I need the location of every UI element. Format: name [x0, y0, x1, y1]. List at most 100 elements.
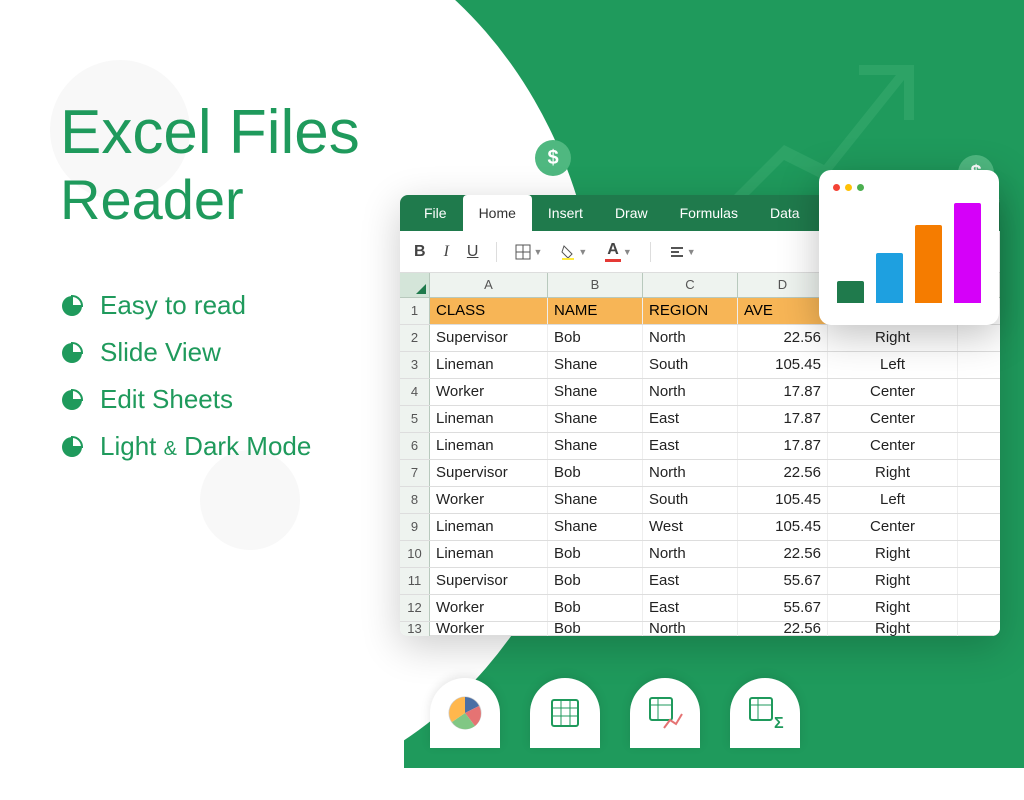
italic-button[interactable]: I: [444, 243, 449, 261]
cell[interactable]: 105.45: [738, 352, 828, 378]
cell[interactable]: East: [643, 595, 738, 621]
cell[interactable]: Left: [828, 487, 958, 513]
row-header[interactable]: 2: [400, 325, 430, 351]
cell[interactable]: Bob: [548, 568, 643, 594]
cell[interactable]: 55.67: [738, 595, 828, 621]
font-color-button[interactable]: A▼: [605, 241, 631, 262]
cell[interactable]: 17.87: [738, 406, 828, 432]
cell[interactable]: East: [643, 433, 738, 459]
cell[interactable]: South: [643, 352, 738, 378]
header-cell[interactable]: REGION: [643, 298, 738, 324]
cell[interactable]: North: [643, 622, 738, 636]
row-header[interactable]: 4: [400, 379, 430, 405]
column-header[interactable]: B: [548, 273, 643, 297]
header-cell[interactable]: CLASS: [430, 298, 548, 324]
cell[interactable]: Shane: [548, 379, 643, 405]
cell[interactable]: Worker: [430, 379, 548, 405]
cell[interactable]: Worker: [430, 622, 548, 636]
bold-button[interactable]: B: [414, 243, 426, 261]
cell[interactable]: 22.56: [738, 325, 828, 351]
cell[interactable]: North: [643, 325, 738, 351]
row-header[interactable]: 7: [400, 460, 430, 486]
fill-color-button[interactable]: ▼: [560, 244, 587, 260]
cell[interactable]: 105.45: [738, 487, 828, 513]
cell[interactable]: Supervisor: [430, 568, 548, 594]
tab-insert[interactable]: Insert: [532, 195, 599, 231]
cell[interactable]: 105.45: [738, 514, 828, 540]
cell[interactable]: Lineman: [430, 433, 548, 459]
spreadsheet-grid[interactable]: A B C D 1CLASSNAMEREGIONAVETEAM2Supervis…: [400, 273, 1000, 636]
borders-button[interactable]: ▼: [515, 244, 542, 260]
alignment-button[interactable]: ▼: [669, 244, 696, 260]
cell[interactable]: Lineman: [430, 406, 548, 432]
cell[interactable]: South: [643, 487, 738, 513]
row-header[interactable]: 11: [400, 568, 430, 594]
sheet-chart-icon[interactable]: [630, 678, 700, 748]
cell[interactable]: Shane: [548, 514, 643, 540]
cell[interactable]: Center: [828, 379, 958, 405]
cell[interactable]: 22.56: [738, 460, 828, 486]
tab-file[interactable]: File: [408, 195, 463, 231]
cell[interactable]: 22.56: [738, 541, 828, 567]
cell[interactable]: East: [643, 406, 738, 432]
column-header[interactable]: A: [430, 273, 548, 297]
column-header[interactable]: C: [643, 273, 738, 297]
cell[interactable]: 17.87: [738, 433, 828, 459]
cell[interactable]: Right: [828, 568, 958, 594]
cell[interactable]: Shane: [548, 487, 643, 513]
cell[interactable]: Shane: [548, 433, 643, 459]
cell[interactable]: Right: [828, 595, 958, 621]
sheet-sum-icon[interactable]: Σ: [730, 678, 800, 748]
header-cell[interactable]: AVE: [738, 298, 828, 324]
cell[interactable]: 22.56: [738, 622, 828, 636]
row-header[interactable]: 13: [400, 622, 430, 636]
row-header[interactable]: 5: [400, 406, 430, 432]
cell[interactable]: Bob: [548, 622, 643, 636]
cell[interactable]: West: [643, 514, 738, 540]
tab-home[interactable]: Home: [463, 195, 532, 231]
cell[interactable]: Bob: [548, 595, 643, 621]
cell[interactable]: Lineman: [430, 352, 548, 378]
header-cell[interactable]: NAME: [548, 298, 643, 324]
cell[interactable]: Center: [828, 514, 958, 540]
cell[interactable]: Lineman: [430, 514, 548, 540]
underline-button[interactable]: U: [467, 243, 479, 261]
cell[interactable]: Bob: [548, 541, 643, 567]
row-header[interactable]: 1: [400, 298, 430, 324]
cell[interactable]: Right: [828, 460, 958, 486]
select-all-corner[interactable]: [400, 273, 430, 297]
cell[interactable]: Right: [828, 622, 958, 636]
cell[interactable]: Center: [828, 433, 958, 459]
sheet-icon[interactable]: [530, 678, 600, 748]
cell[interactable]: Shane: [548, 406, 643, 432]
cell[interactable]: Worker: [430, 595, 548, 621]
row-header[interactable]: 3: [400, 352, 430, 378]
cell[interactable]: Supervisor: [430, 325, 548, 351]
cell[interactable]: Worker: [430, 487, 548, 513]
cell[interactable]: 17.87: [738, 379, 828, 405]
row-header[interactable]: 10: [400, 541, 430, 567]
column-header[interactable]: D: [738, 273, 828, 297]
row-header[interactable]: 6: [400, 433, 430, 459]
cell[interactable]: North: [643, 541, 738, 567]
row-header[interactable]: 9: [400, 514, 430, 540]
cell[interactable]: Center: [828, 406, 958, 432]
cell[interactable]: Left: [828, 352, 958, 378]
cell[interactable]: 55.67: [738, 568, 828, 594]
cell[interactable]: East: [643, 568, 738, 594]
cell[interactable]: Right: [828, 541, 958, 567]
cell[interactable]: Bob: [548, 325, 643, 351]
cell[interactable]: Right: [828, 325, 958, 351]
cell[interactable]: Supervisor: [430, 460, 548, 486]
row-header[interactable]: 8: [400, 487, 430, 513]
pie-chart-icon[interactable]: [430, 678, 500, 748]
cell[interactable]: Bob: [548, 460, 643, 486]
row-header[interactable]: 12: [400, 595, 430, 621]
tab-draw[interactable]: Draw: [599, 195, 664, 231]
tab-data[interactable]: Data: [754, 195, 816, 231]
cell[interactable]: Lineman: [430, 541, 548, 567]
tab-formulas[interactable]: Formulas: [664, 195, 754, 231]
cell[interactable]: Shane: [548, 352, 643, 378]
cell[interactable]: North: [643, 379, 738, 405]
cell[interactable]: North: [643, 460, 738, 486]
